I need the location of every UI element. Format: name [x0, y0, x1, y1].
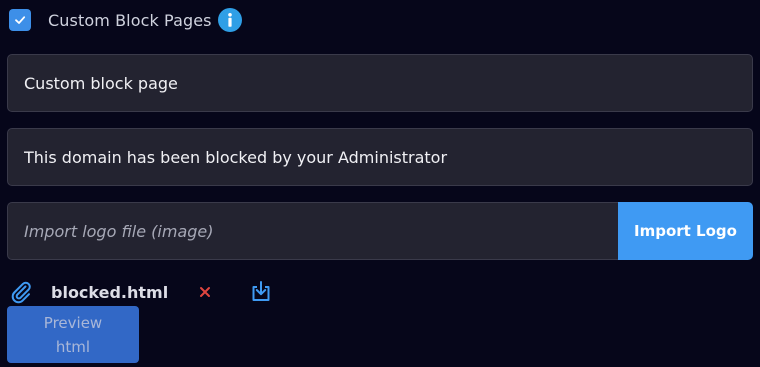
import-logo-row: Import Logo	[7, 202, 753, 260]
info-icon[interactable]	[217, 8, 242, 32]
custom-block-pages-panel: Custom Block Pages Import Logo blocked.h…	[0, 0, 760, 367]
attached-file-row: blocked.html	[9, 279, 274, 305]
custom-block-pages-title: Custom Block Pages	[48, 10, 212, 30]
download-icon[interactable]	[248, 279, 274, 305]
custom-block-pages-checkbox[interactable]	[9, 9, 31, 31]
attached-file-name: blocked.html	[51, 282, 169, 302]
custom-block-pages-header: Custom Block Pages	[9, 7, 242, 33]
block-page-message-input[interactable]	[7, 128, 753, 186]
check-icon	[13, 13, 27, 27]
paperclip-icon[interactable]	[9, 280, 33, 304]
logo-file-input[interactable]	[7, 202, 618, 260]
import-logo-button[interactable]: Import Logo	[618, 202, 753, 260]
preview-html-button[interactable]: Preview html	[7, 306, 139, 363]
close-icon[interactable]	[198, 285, 212, 299]
block-page-title-input[interactable]	[7, 54, 753, 112]
